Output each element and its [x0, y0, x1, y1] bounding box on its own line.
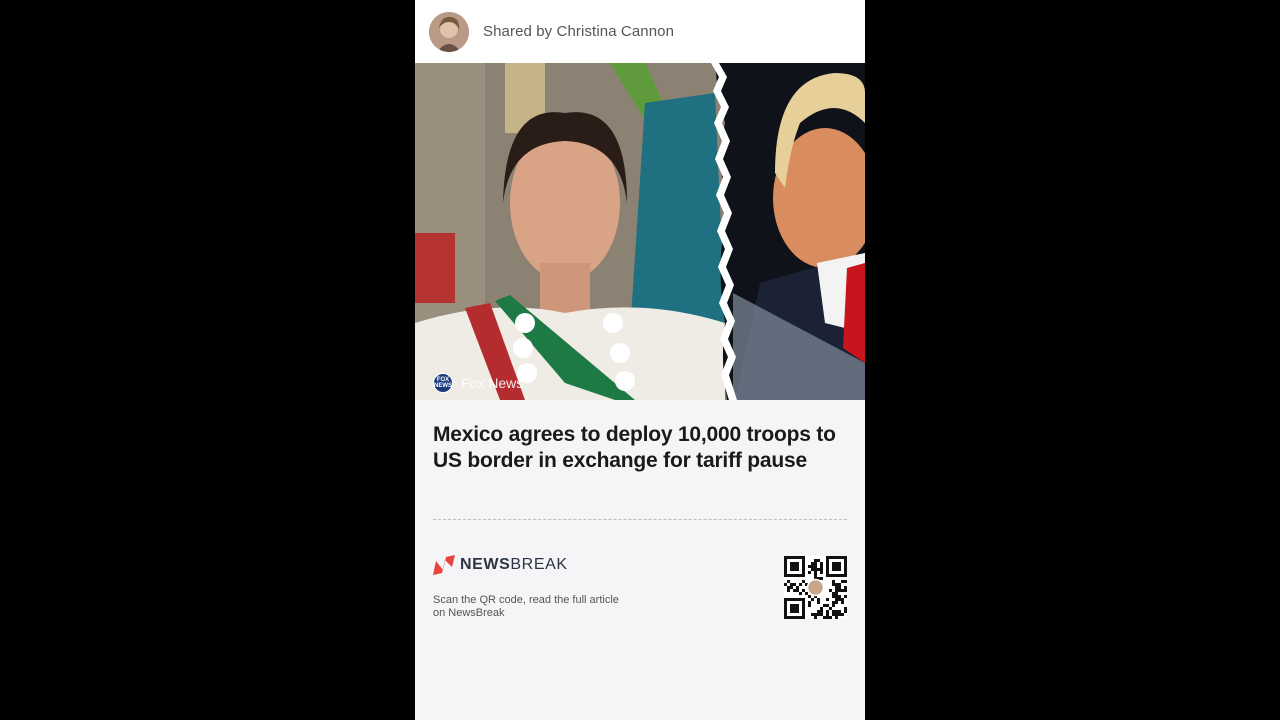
article-hero-image[interactable]	[415, 63, 865, 400]
newsbreak-brand: NEWSBREAK	[433, 555, 568, 575]
qr-code-icon[interactable]	[784, 556, 847, 619]
newsbreak-wordmark-strong: NEWS	[460, 556, 511, 573]
newsbreak-logo-icon	[433, 555, 455, 575]
divider	[433, 519, 847, 520]
avatar[interactable]	[429, 11, 469, 52]
qr-instructions: Scan the QR code, read the full article …	[433, 594, 619, 619]
share-header: Shared by Christina Cannon	[415, 0, 865, 63]
article-headline[interactable]: Mexico agrees to deploy 10,000 troops to…	[433, 422, 853, 474]
shared-by-label: Shared by Christina Cannon	[483, 23, 675, 40]
share-card: Shared by Christina Cannon FOX NEWS Fox …	[415, 0, 865, 720]
newsbreak-wordmark: NEWSBREAK	[460, 556, 568, 574]
newsbreak-wordmark-light: BREAK	[510, 556, 568, 573]
article-source: FOX NEWS Fox News	[433, 373, 523, 393]
fox-news-logo-icon: FOX NEWS	[433, 373, 453, 393]
source-label: Fox News	[461, 375, 524, 391]
